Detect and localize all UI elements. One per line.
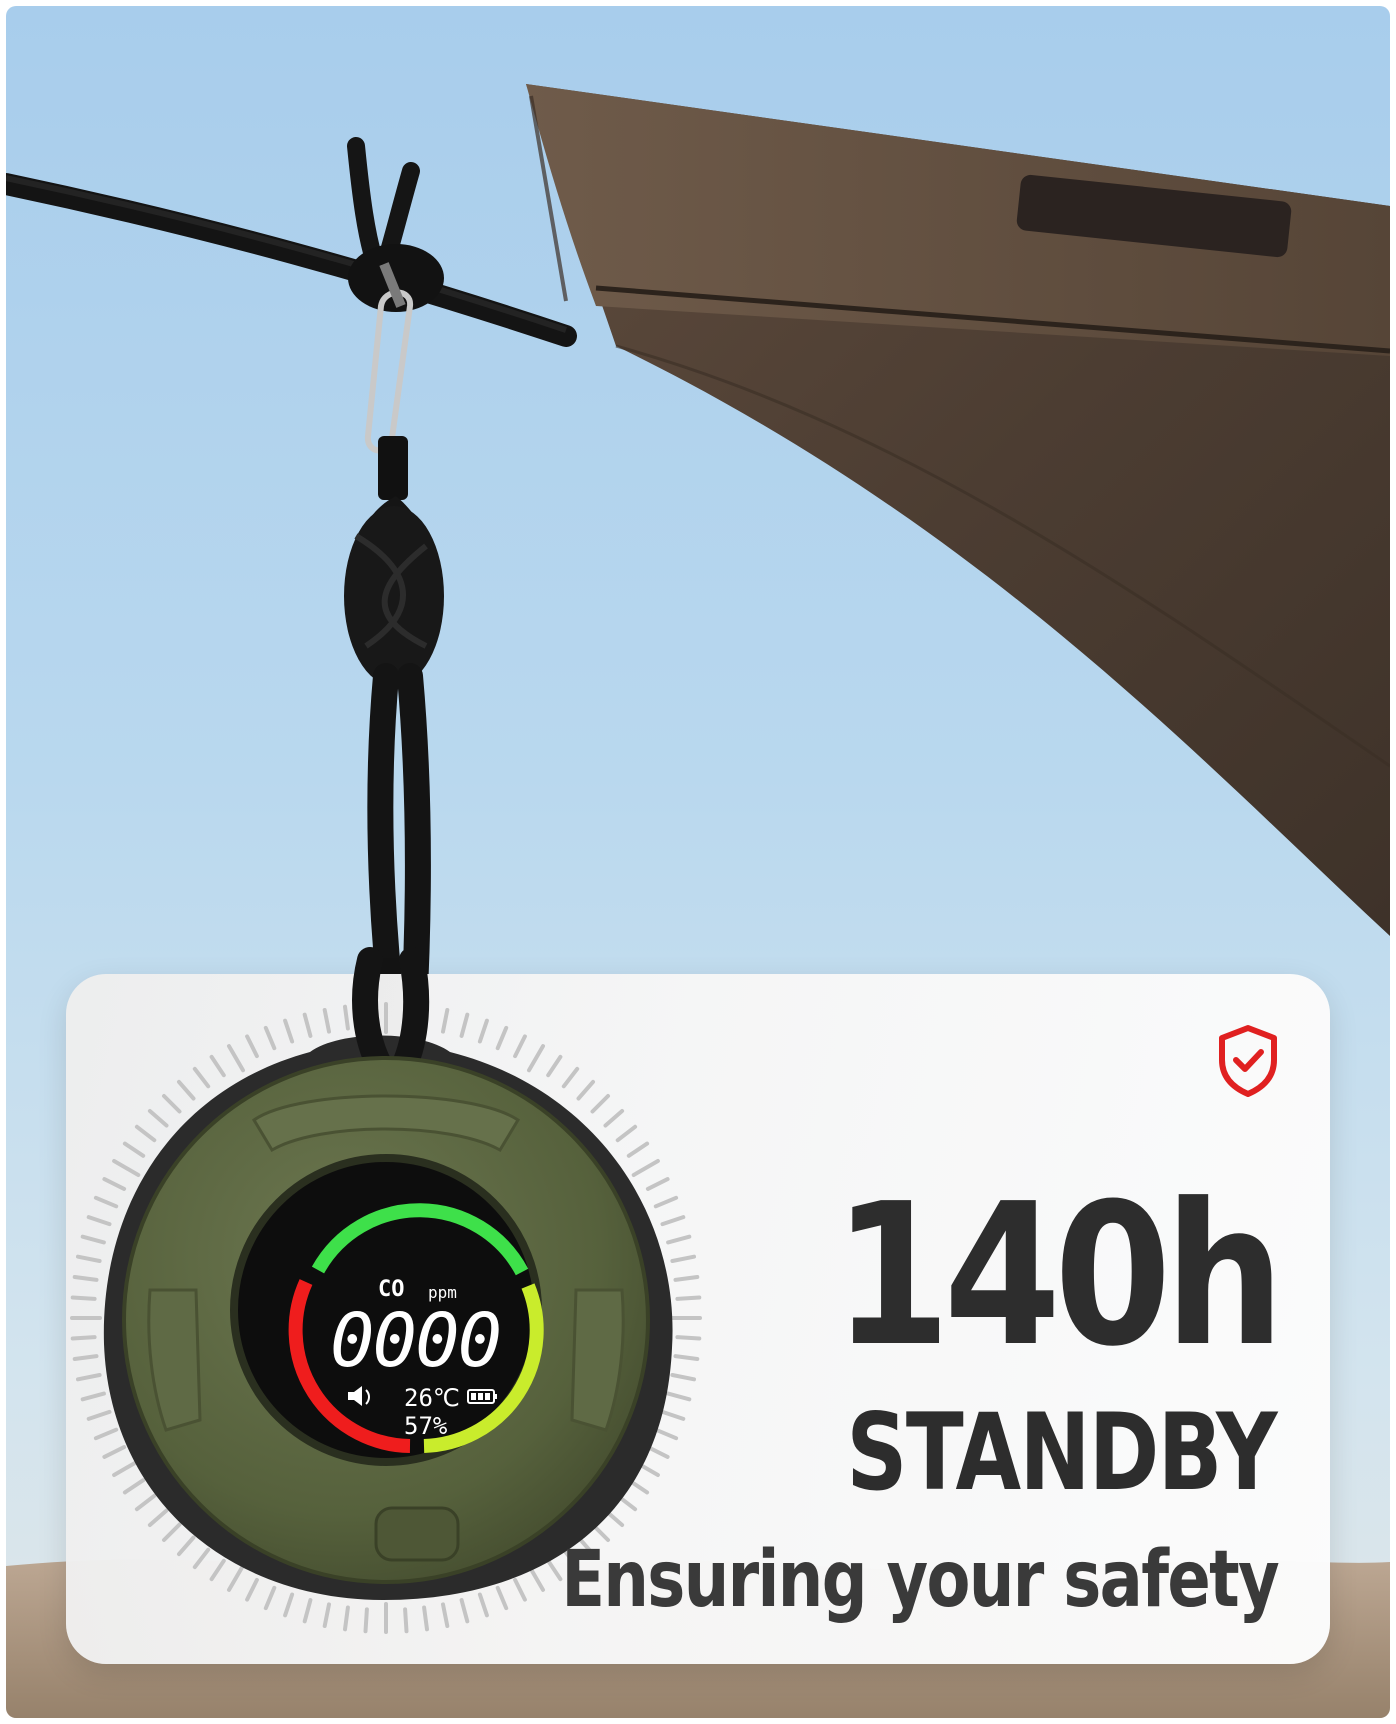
product-promo-image: CO ppm 0000 26℃ 57% 140h STANDBY Ensurin…	[0, 0, 1396, 1724]
standby-hours: 140h	[833, 1162, 1285, 1390]
shield-check-icon	[1219, 1025, 1277, 1097]
standby-label: STANDBY	[846, 1391, 1277, 1514]
safety-tagline: Ensuring your safety	[561, 1535, 1279, 1625]
